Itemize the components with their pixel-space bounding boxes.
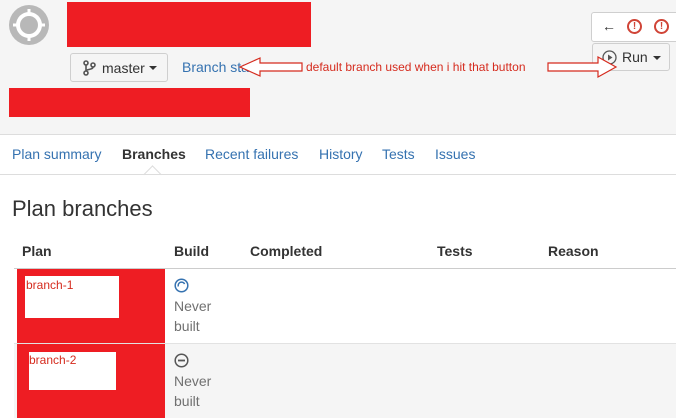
branch-link[interactable]: branch-1 (26, 278, 73, 292)
build-status-text: built (174, 393, 200, 409)
tab-tests[interactable]: Tests (382, 146, 415, 162)
tab-plan-summary[interactable]: Plan summary (12, 146, 101, 162)
plan-cell: branch-1 (25, 276, 119, 318)
tab-history[interactable]: History (319, 146, 363, 162)
nav-divider (0, 174, 676, 175)
column-header-completed: Completed (250, 243, 323, 259)
column-header-tests: Tests (437, 243, 473, 259)
plan-cell: branch-2 (29, 352, 116, 390)
tab-issues[interactable]: Issues (435, 146, 475, 162)
column-header-reason: Reason (548, 243, 599, 259)
column-header-plan: Plan (22, 243, 52, 259)
tab-recent-failures[interactable]: Recent failures (205, 146, 298, 162)
page-title: Plan branches (12, 196, 153, 221)
not-built-icon (174, 353, 189, 368)
build-status-text: built (174, 318, 200, 334)
annotation-arrow-left-icon (238, 57, 303, 77)
annotation-arrow-right-icon (547, 55, 618, 79)
in-progress-icon (174, 278, 189, 293)
branch-link[interactable]: branch-2 (29, 353, 76, 367)
tab-branches[interactable]: Branches (122, 146, 186, 162)
build-status-text: Never (174, 298, 212, 314)
build-status-text: Never (174, 373, 212, 389)
annotation-text: default branch used when i hit that butt… (306, 60, 526, 74)
column-header-build: Build (174, 243, 209, 259)
